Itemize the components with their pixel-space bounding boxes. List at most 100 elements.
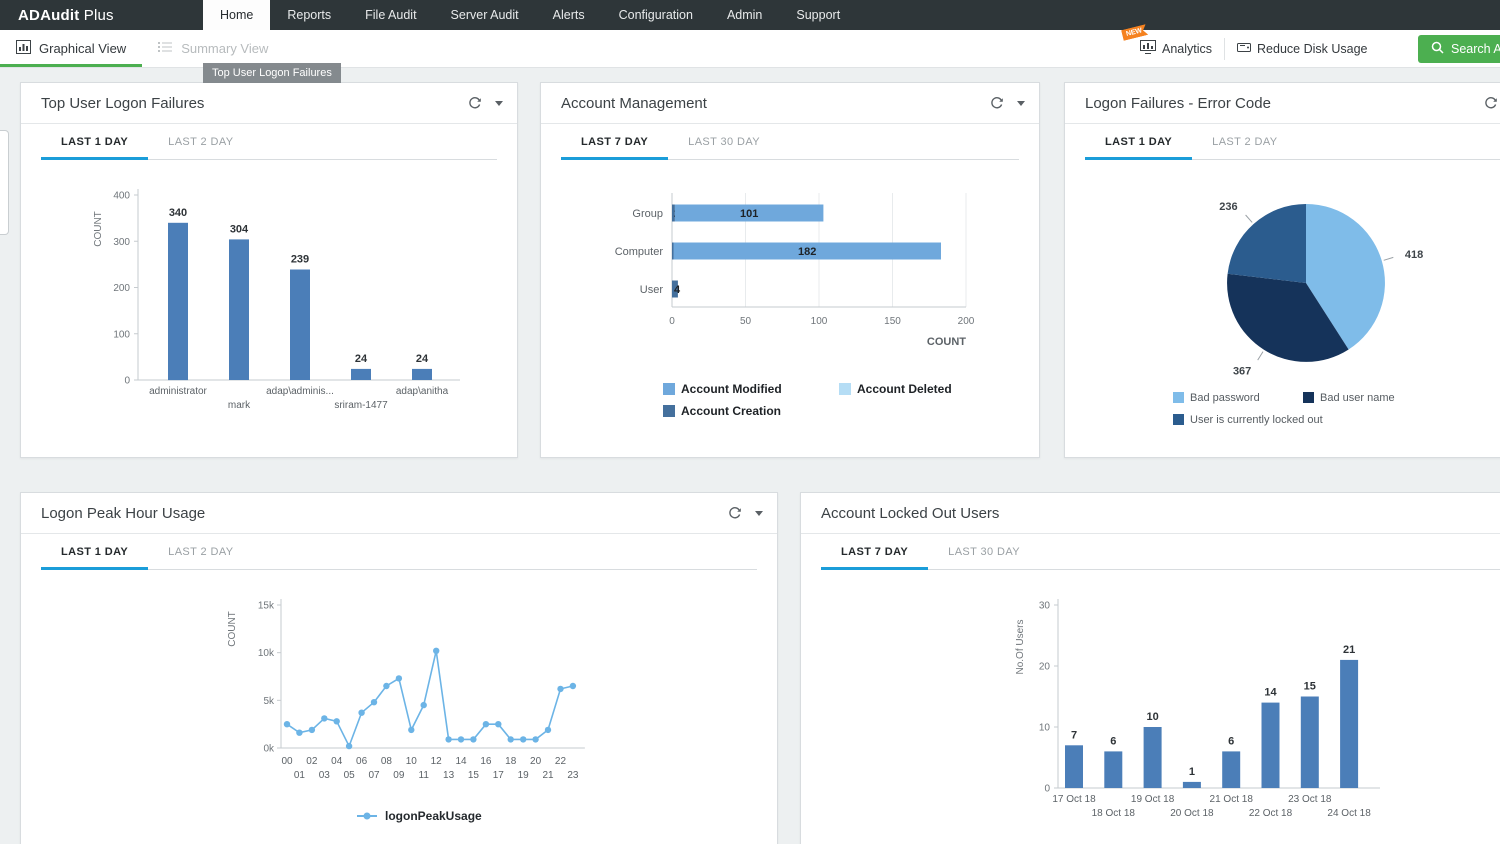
card-tabs: LAST 1 DAYLAST 2 DAY — [1085, 124, 1500, 160]
svg-text:COUNT: COUNT — [927, 336, 966, 348]
svg-text:sriram-1477: sriram-1477 — [334, 400, 388, 411]
nav-item-home[interactable]: Home — [203, 0, 270, 30]
refresh-icon[interactable] — [468, 96, 482, 110]
summary-view-tooltip: Top User Logon Failures — [203, 63, 341, 83]
svg-text:21 Oct 18: 21 Oct 18 — [1210, 794, 1254, 805]
svg-text:182: 182 — [798, 246, 816, 258]
svg-text:adap\adminis...: adap\adminis... — [266, 386, 334, 397]
svg-text:17: 17 — [493, 770, 505, 781]
nav-item-server-audit[interactable]: Server Audit — [434, 0, 536, 30]
toolbar-divider — [1224, 38, 1225, 60]
svg-text:304: 304 — [230, 223, 249, 235]
card-actions — [1484, 96, 1500, 110]
card-header: Logon Peak Hour Usage — [21, 493, 777, 534]
card-account-management: Account Management LAST 7 DAYLAST 30 DAY… — [540, 82, 1040, 458]
svg-text:08: 08 — [381, 756, 393, 767]
chevron-down-icon[interactable] — [755, 511, 763, 516]
search-archives-button[interactable]: Search Arc — [1418, 35, 1500, 63]
svg-text:4: 4 — [674, 284, 681, 296]
svg-text:0: 0 — [124, 376, 130, 387]
card-actions — [728, 506, 763, 520]
nav-item-file-audit[interactable]: File Audit — [348, 0, 433, 30]
svg-text:20: 20 — [1039, 662, 1051, 673]
svg-text:02: 02 — [306, 756, 318, 767]
svg-text:340: 340 — [169, 207, 187, 219]
tab-last-7-day[interactable]: LAST 7 DAY — [561, 124, 668, 160]
svg-text:21: 21 — [542, 770, 554, 781]
graphical-view-button[interactable]: Graphical View — [0, 30, 142, 67]
svg-text:09: 09 — [393, 770, 405, 781]
tab-last-2-day[interactable]: LAST 2 DAY — [1192, 124, 1297, 160]
svg-text:administrator: administrator — [149, 386, 207, 397]
nav-item-support[interactable]: Support — [779, 0, 857, 30]
reduce-disk-usage-label: Reduce Disk Usage — [1257, 42, 1367, 56]
tab-last-2-day[interactable]: LAST 2 DAY — [148, 534, 253, 570]
nav-item-alerts[interactable]: Alerts — [536, 0, 602, 30]
svg-text:367: 367 — [1233, 365, 1251, 377]
card-actions — [468, 96, 503, 110]
svg-text:10: 10 — [1146, 711, 1158, 723]
card-title: Account Locked Out Users — [821, 505, 999, 522]
svg-text:16: 16 — [480, 756, 492, 767]
summary-view-button[interactable]: Summary View — [142, 30, 284, 67]
svg-text:10: 10 — [1039, 723, 1051, 734]
svg-text:No.Of Users: No.Of Users — [1015, 619, 1026, 674]
svg-text:0k: 0k — [263, 744, 275, 755]
card-title: Logon Peak Hour Usage — [41, 505, 205, 522]
tab-last-30-day[interactable]: LAST 30 DAY — [668, 124, 780, 160]
refresh-icon[interactable] — [728, 506, 742, 520]
chevron-down-icon[interactable] — [1017, 101, 1025, 106]
search-icon — [1431, 41, 1444, 57]
card-header: Logon Failures - Error Code — [1065, 83, 1500, 124]
svg-text:00: 00 — [281, 756, 293, 767]
svg-text:1: 1 — [1189, 766, 1195, 778]
svg-text:20: 20 — [530, 756, 542, 767]
left-panel-handle[interactable] — [0, 130, 9, 235]
tab-last-1-day[interactable]: LAST 1 DAY — [1085, 124, 1192, 160]
tab-last-7-day[interactable]: LAST 7 DAY — [821, 534, 928, 570]
nav-item-configuration[interactable]: Configuration — [602, 0, 710, 30]
nav-item-reports[interactable]: Reports — [270, 0, 348, 30]
tab-last-2-day[interactable]: LAST 2 DAY — [148, 124, 253, 160]
svg-text:logonPeakUsage: logonPeakUsage — [385, 809, 482, 823]
svg-text:Bad user name: Bad user name — [1320, 392, 1395, 404]
svg-text:19 Oct 18: 19 Oct 18 — [1131, 794, 1175, 805]
account-management-chart: 050100150200Group2101Computer1182User4CO… — [541, 179, 1039, 429]
chevron-down-icon[interactable] — [495, 101, 503, 106]
card-title: Top User Logon Failures — [41, 95, 204, 112]
svg-text:15: 15 — [1304, 681, 1316, 693]
refresh-icon[interactable] — [990, 96, 1004, 110]
refresh-icon[interactable] — [1484, 96, 1498, 110]
list-icon — [158, 41, 173, 56]
card-tabs: LAST 1 DAYLAST 2 DAY — [41, 124, 497, 160]
svg-text:18: 18 — [505, 756, 517, 767]
top-nav: ADAudit Plus HomeReportsFile AuditServer… — [0, 0, 1500, 30]
svg-text:15k: 15k — [258, 601, 275, 612]
svg-text:6: 6 — [1110, 735, 1116, 747]
svg-text:21: 21 — [1343, 644, 1355, 656]
card-tabs: LAST 7 DAYLAST 30 DAY — [821, 534, 1500, 570]
svg-text:19: 19 — [518, 770, 530, 781]
analytics-button[interactable]: NEW Analytics — [1140, 40, 1212, 57]
reduce-disk-usage-button[interactable]: Reduce Disk Usage — [1237, 40, 1367, 57]
svg-text:50: 50 — [740, 316, 752, 327]
svg-text:24: 24 — [416, 353, 429, 365]
tab-last-30-day[interactable]: LAST 30 DAY — [928, 534, 1040, 570]
app-logo[interactable]: ADAudit Plus — [0, 0, 203, 30]
svg-text:Bad password: Bad password — [1190, 392, 1260, 404]
svg-text:10k: 10k — [258, 648, 275, 659]
card-logon-failures-error-code: Logon Failures - Error Code LAST 1 DAYLA… — [1064, 82, 1500, 458]
tab-last-1-day[interactable]: LAST 1 DAY — [41, 534, 148, 570]
tab-last-1-day[interactable]: LAST 1 DAY — [41, 124, 148, 160]
svg-text:13: 13 — [443, 770, 455, 781]
svg-text:200: 200 — [113, 283, 130, 294]
svg-text:User is currently locked out: User is currently locked out — [1190, 414, 1323, 426]
svg-text:30: 30 — [1039, 601, 1051, 612]
card-header: Account Management — [541, 83, 1039, 124]
nav-item-admin[interactable]: Admin — [710, 0, 779, 30]
svg-text:User: User — [640, 284, 664, 296]
svg-text:Computer: Computer — [615, 246, 664, 258]
svg-text:100: 100 — [811, 316, 828, 327]
svg-text:101: 101 — [740, 208, 758, 220]
svg-text:239: 239 — [291, 253, 309, 265]
